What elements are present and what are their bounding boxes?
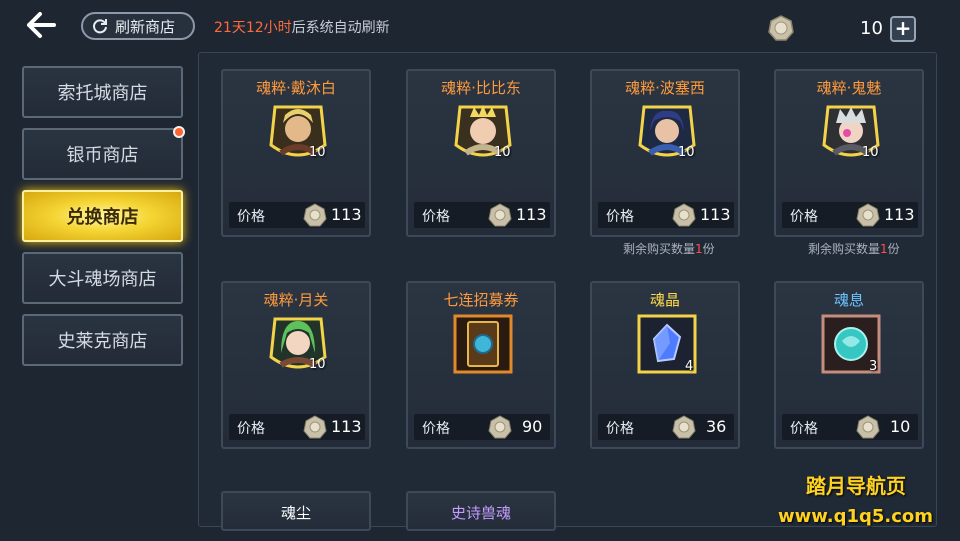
shop-item-grid: 魂粹·戴沐白 10 价格 113 魂粹·比比东 10 价格 113 魂粹·波塞西… xyxy=(198,52,937,531)
item-title: 史诗兽魂 xyxy=(450,504,511,522)
shop-item-card[interactable]: 魂晶 4 价格 36 xyxy=(590,281,740,449)
item-title: 魂晶 xyxy=(649,291,680,309)
item-title: 魂粹·月关 xyxy=(263,291,329,309)
item-title: 魂尘 xyxy=(280,504,311,522)
item-count: 4 xyxy=(685,359,694,374)
price-row: 价格 10 xyxy=(782,414,918,440)
price-label: 价格 xyxy=(422,421,450,437)
price-row: 价格 113 xyxy=(229,414,365,440)
price-row: 价格 113 xyxy=(229,202,365,228)
price-label: 价格 xyxy=(237,421,265,437)
sidebar-item-silver-shop[interactable]: 银币商店 xyxy=(22,126,185,180)
price-value: 113 xyxy=(331,417,362,436)
price-row: 价格 90 xyxy=(414,414,550,440)
timer-text: 后系统自动刷新 xyxy=(291,20,390,36)
price-label: 价格 xyxy=(790,209,818,225)
refresh-label: 刷新商店 xyxy=(115,17,176,36)
shop-sidebar: 索托城商店 银币商店 兑换商店 大斗魂场商店 史莱克商店 xyxy=(0,54,196,541)
sidebar-item-label: 兑换商店 xyxy=(66,207,139,228)
shop-item-card[interactable]: 魂息 3 价格 10 xyxy=(774,281,924,449)
price-label: 价格 xyxy=(606,209,634,225)
sidebar-item-suotuo-shop[interactable]: 索托城商店 xyxy=(22,66,183,118)
price-row: 价格 113 xyxy=(782,202,918,228)
sidebar-item-label: 银币商店 xyxy=(66,145,139,166)
currency-amount: 10 xyxy=(860,18,883,39)
back-arrow-icon xyxy=(27,12,56,38)
refresh-timer: 21天12小时后系统自动刷新 xyxy=(214,17,390,37)
price-value: 90 xyxy=(522,417,543,436)
shop-item-card[interactable]: 史诗兽魂 xyxy=(406,491,556,531)
item-title: 魂息 xyxy=(833,291,864,309)
sidebar-item-arena-shop[interactable]: 大斗魂场商店 xyxy=(22,252,183,304)
price-value: 113 xyxy=(700,205,731,224)
timer-countdown: 21天12小时 xyxy=(214,20,292,36)
price-row: 价格 113 xyxy=(598,202,734,228)
price-row: 价格 36 xyxy=(598,414,734,440)
coin-icon xyxy=(303,415,327,439)
item-count: 10 xyxy=(309,357,326,372)
shop-item-card[interactable]: 魂粹·月关 10 价格 113 xyxy=(221,281,371,449)
coin-icon xyxy=(856,203,880,227)
remaining-quantity: 剩余购买数量1份 xyxy=(623,242,715,256)
item-count: 3 xyxy=(869,359,878,374)
coin-icon xyxy=(672,415,696,439)
sidebar-item-label: 索托城商店 xyxy=(57,83,148,104)
shop-item-card[interactable]: 魂粹·比比东 10 价格 113 xyxy=(406,69,556,237)
item-count: 10 xyxy=(494,145,511,160)
back-button[interactable] xyxy=(24,10,58,40)
coin-icon xyxy=(488,203,512,227)
currency-coin-icon xyxy=(768,15,794,41)
coin-icon xyxy=(672,203,696,227)
sidebar-item-label: 大斗魂场商店 xyxy=(48,269,157,290)
sidebar-item-shrek-shop[interactable]: 史莱克商店 xyxy=(22,314,183,366)
notification-dot xyxy=(173,126,185,138)
price-label: 价格 xyxy=(237,209,265,225)
item-count: 10 xyxy=(309,145,326,160)
item-title: 魂粹·戴沐白 xyxy=(256,79,336,97)
coin-icon xyxy=(488,415,512,439)
refresh-icon xyxy=(93,19,107,34)
shop-item-card[interactable]: 魂粹·波塞西 10 价格 113 xyxy=(590,69,740,237)
price-label: 价格 xyxy=(422,209,450,225)
item-count: 10 xyxy=(862,145,879,160)
item-count: 10 xyxy=(678,145,695,160)
sidebar-item-exchange-shop[interactable]: 兑换商店 xyxy=(22,190,183,242)
price-row: 价格 113 xyxy=(414,202,550,228)
recruit-ticket-icon xyxy=(453,314,513,374)
add-currency-button[interactable]: + xyxy=(890,16,916,42)
price-value: 36 xyxy=(706,417,727,436)
price-value: 113 xyxy=(516,205,547,224)
price-label: 价格 xyxy=(790,421,818,437)
item-title: 魂粹·波塞西 xyxy=(625,79,705,97)
shop-item-card[interactable]: 魂尘 xyxy=(221,491,371,531)
price-value: 10 xyxy=(890,417,911,436)
refresh-shop-button[interactable]: 刷新商店 xyxy=(81,12,195,40)
price-value: 113 xyxy=(331,205,362,224)
price-value: 113 xyxy=(884,205,915,224)
item-title: 魂粹·比比东 xyxy=(441,79,521,97)
shop-item-card[interactable]: 魂粹·鬼魅 10 价格 113 xyxy=(774,69,924,237)
shop-item-card[interactable]: 七连招募券 价格 90 xyxy=(406,281,556,449)
item-title: 七连招募券 xyxy=(443,291,519,309)
price-label: 价格 xyxy=(606,421,634,437)
watermark-url: www.q1q5.com xyxy=(778,506,934,527)
sidebar-item-label: 史莱克商店 xyxy=(57,331,148,352)
remaining-quantity: 剩余购买数量1份 xyxy=(808,242,900,256)
coin-icon xyxy=(303,203,327,227)
watermark-title: 踏月导航页 xyxy=(806,474,906,498)
coin-icon xyxy=(856,415,880,439)
item-title: 魂粹·鬼魅 xyxy=(816,79,882,97)
shop-item-card[interactable]: 魂粹·戴沐白 10 价格 113 xyxy=(221,69,371,237)
